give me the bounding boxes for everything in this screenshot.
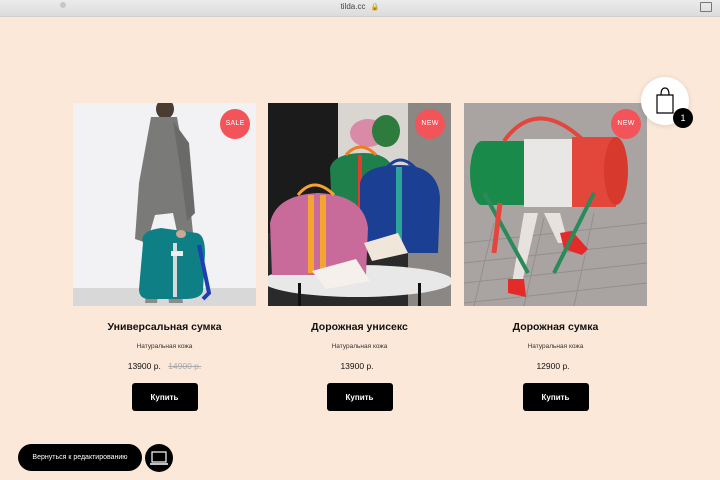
product-subtitle: Натуральная кожа (331, 343, 388, 350)
preview-mode-button[interactable] (145, 444, 173, 472)
product-price: 13900 р. (340, 361, 374, 371)
product-card: NEW Дорожная сумка Натуральная кожа 1290… (464, 103, 647, 411)
price-row: 13900 р. (268, 361, 451, 371)
product-price: 12900 р. (536, 361, 570, 371)
product-card: NEW Дорожная унисекс Натуральная кожа 13… (268, 103, 451, 411)
lock-icon: 🔒 (370, 4, 380, 11)
buy-button[interactable]: Купить (522, 383, 589, 411)
product-card: SALE Универсальная сумка Натуральная кож… (73, 103, 256, 411)
product-subtitle: Натуральная кожа (527, 343, 584, 350)
buy-button[interactable]: Купить (326, 383, 393, 411)
new-badge: NEW (415, 109, 445, 139)
sale-badge: SALE (220, 109, 250, 139)
product-old-price: 14900 р. (168, 361, 202, 371)
product-image[interactable]: SALE (73, 103, 256, 306)
product-title[interactable]: Дорожная сумка (464, 321, 647, 333)
laptop-icon (150, 451, 168, 465)
buy-button[interactable]: Купить (131, 383, 198, 411)
product-subtitle: Натуральная кожа (136, 343, 193, 350)
price-row: 12900 р. (464, 361, 647, 371)
new-badge: NEW (611, 109, 641, 139)
product-title[interactable]: Дорожная унисекс (268, 321, 451, 333)
tabs-icon[interactable] (700, 2, 712, 12)
product-title[interactable]: Универсальная сумка (73, 321, 256, 333)
product-price: 13900 р. (127, 361, 161, 371)
cart-button[interactable]: 1 (641, 77, 693, 128)
product-image[interactable]: NEW (464, 103, 647, 306)
address-bar[interactable]: tilda.cc 🔒 (0, 2, 720, 11)
back-to-editing-button[interactable]: Вернуться к редактированию (18, 444, 142, 471)
price-row: 13900 р. 14900 р. (73, 361, 256, 371)
browser-toolbar: tilda.cc 🔒 (0, 0, 720, 17)
address-bar-url: tilda.cc (340, 2, 366, 11)
cart-count-badge: 1 (673, 108, 693, 128)
product-image[interactable]: NEW (268, 103, 451, 306)
